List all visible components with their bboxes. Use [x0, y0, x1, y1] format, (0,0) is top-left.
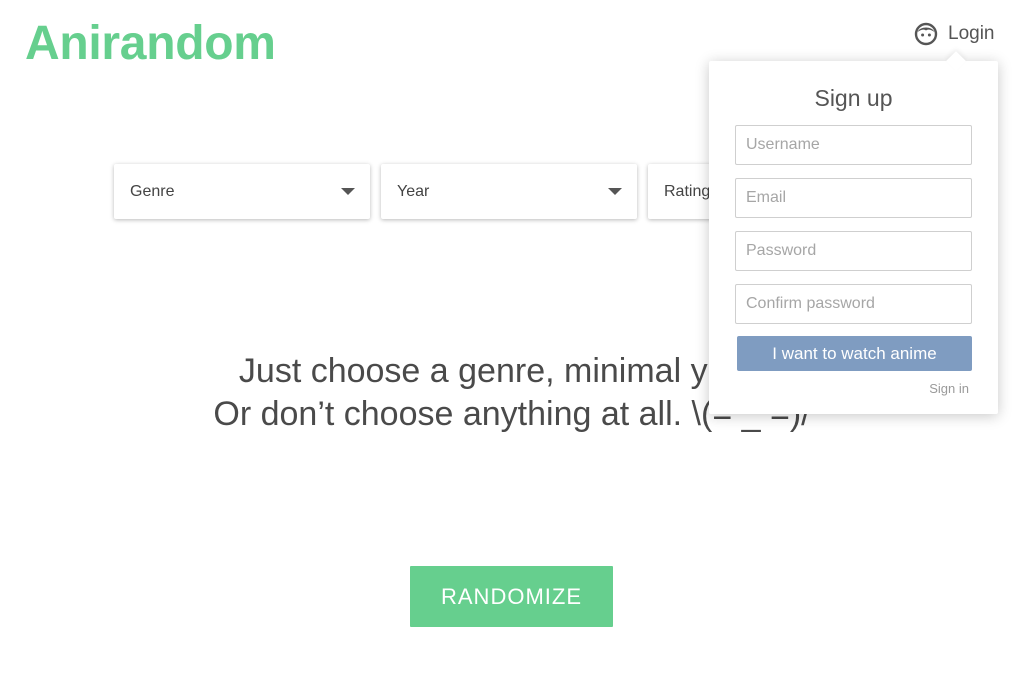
- user-face-icon: [914, 22, 938, 46]
- caret-down-icon: [341, 188, 355, 195]
- signup-dropdown: Sign up I want to watch anime Sign in: [709, 51, 998, 414]
- caret-down-icon: [608, 188, 622, 195]
- page: Anirandom Login Genre Year Rating Just c…: [0, 0, 1024, 697]
- signin-link[interactable]: Sign in: [929, 381, 969, 396]
- username-input[interactable]: [735, 125, 972, 165]
- logo[interactable]: Anirandom: [25, 18, 276, 70]
- signup-submit-button[interactable]: I want to watch anime: [737, 336, 972, 371]
- genre-select[interactable]: Genre: [114, 164, 370, 219]
- password-input[interactable]: [735, 231, 972, 271]
- year-select[interactable]: Year: [381, 164, 637, 219]
- dropdown-pointer: [946, 51, 966, 71]
- signup-title: Sign up: [814, 85, 893, 111]
- genre-select-label: Genre: [130, 182, 175, 200]
- confirm-password-input[interactable]: [735, 284, 972, 324]
- randomize-button[interactable]: RANDOMIZE: [410, 566, 613, 627]
- login-link[interactable]: Login: [914, 20, 995, 48]
- email-input[interactable]: [735, 178, 972, 218]
- rating-select-label: Rating: [664, 182, 711, 200]
- year-select-label: Year: [397, 182, 430, 200]
- login-label: Login: [948, 23, 995, 44]
